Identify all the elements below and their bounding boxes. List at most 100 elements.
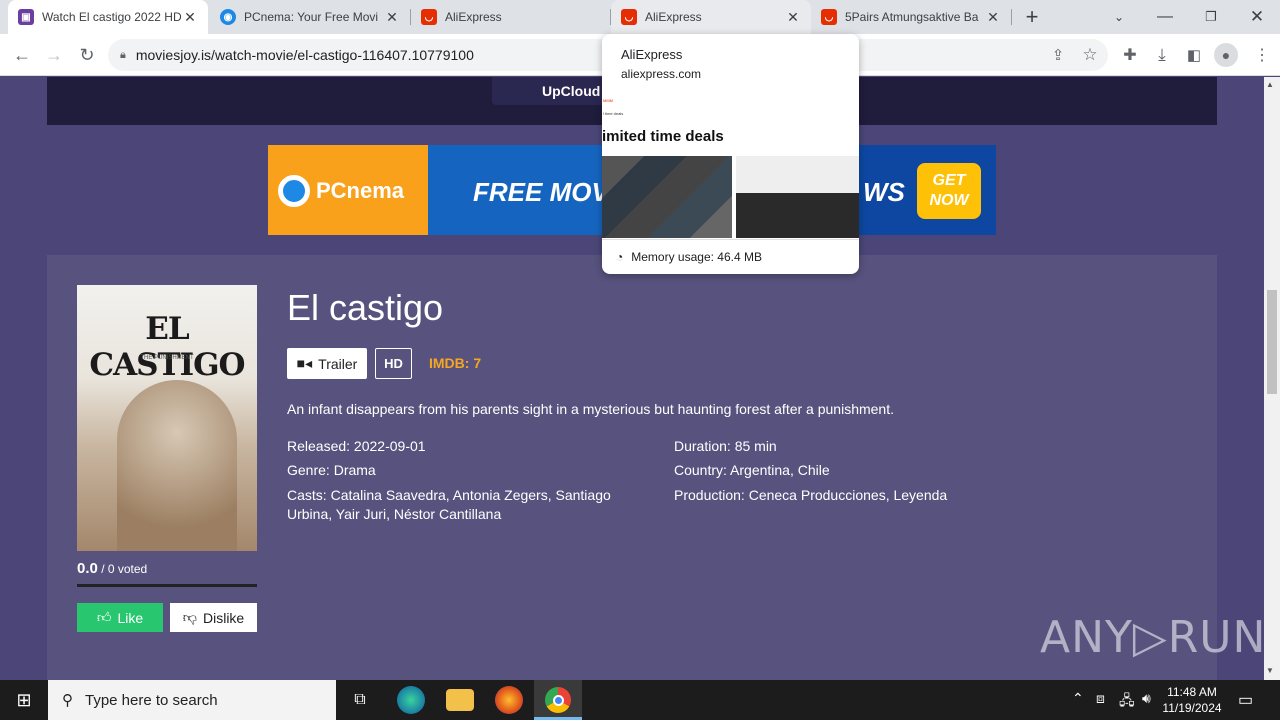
reload-icon[interactable]: ↻ — [75, 43, 99, 67]
back-arrow-icon[interactable]: ← — [10, 43, 34, 67]
genre-value[interactable]: Drama — [330, 462, 376, 478]
quality-badge: HD — [375, 348, 412, 379]
country-info: Country: Argentina, Chile — [674, 461, 830, 480]
tab-pcnema[interactable]: ◉ PCnema: Your Free Movi ✕ — [210, 0, 410, 34]
moviesjoy-favicon-icon: ▣ — [18, 9, 34, 25]
tab-title: Watch El castigo 2022 HD — [42, 10, 182, 24]
banner-headline-end: WS — [863, 177, 905, 207]
task-view-icon[interactable]: ⧉ — [346, 686, 374, 714]
aliexpress-favicon-icon: ◡ — [821, 9, 837, 25]
released-value: 2022-09-01 — [350, 438, 426, 454]
pcnema-logo: PCnema — [278, 175, 404, 207]
chrome-taskbar-button[interactable] — [534, 680, 582, 720]
production-value[interactable]: Ceneca Producciones, Leyenda — [745, 487, 947, 503]
file-explorer-icon[interactable] — [446, 689, 474, 711]
poster-figure — [117, 380, 237, 551]
speedometer-icon: ◔ — [616, 250, 624, 264]
tray-chevron-icon[interactable]: ⌃ — [1072, 690, 1084, 707]
search-icon: ⚲ — [62, 692, 73, 709]
memory-usage-row: ◔ Memory usage: 46.4 MB — [602, 239, 859, 274]
casts-key: Casts: — [287, 487, 327, 503]
rating-bar — [77, 584, 257, 587]
close-tab-icon[interactable]: ✕ — [384, 9, 400, 26]
tab-aliexpress-1[interactable]: ◡ AliExpress — [411, 0, 611, 34]
notification-icon[interactable]: ▭ — [1238, 690, 1253, 710]
taskbar-search-box[interactable]: ⚲ Type here to search — [48, 680, 336, 720]
windows-start-icon[interactable]: ⊞ — [10, 686, 38, 714]
tab-search-chevron-icon[interactable]: ⌄ — [1107, 5, 1131, 29]
hover-card-title: AliExpress — [621, 47, 683, 62]
lock-icon[interactable]: 🔒︎ — [120, 49, 126, 62]
country-value[interactable]: Argentina, Chile — [727, 462, 830, 478]
preview-product-image — [602, 156, 732, 238]
tab-5pairs[interactable]: ◡ 5Pairs Atmungsaktive Ba ✕ — [811, 0, 1011, 34]
dislike-button[interactable]: 👎︎ Dislike — [170, 603, 257, 632]
banner-get-now-button[interactable]: GET NOW — [917, 163, 981, 219]
casts-value[interactable]: Catalina Saavedra, Antonia Zegers, Santi… — [287, 487, 611, 522]
server-label: UpCloud — [542, 83, 601, 99]
server-upcloud-button[interactable]: UpCloud — [492, 77, 612, 105]
new-tab-plus-icon[interactable]: + — [1020, 4, 1044, 29]
tab-divider — [1011, 9, 1012, 25]
cta-line2: NOW — [929, 192, 969, 209]
movie-poster: EL CASTIGO THE PUNISHMENT — [77, 285, 257, 551]
url-text: moviesjoy.is/watch-movie/el-castigo-1164… — [135, 47, 474, 63]
forward-arrow-icon[interactable]: → — [42, 43, 66, 67]
rating-summary: 0.0 / 0 voted — [77, 560, 147, 577]
movie-description: An infant disappears from his parents si… — [287, 401, 894, 417]
released-info: Released: 2022-09-01 — [287, 437, 426, 456]
minimize-window-icon[interactable]: — — [1153, 5, 1177, 29]
scroll-down-arrow-icon[interactable]: ▼ — [1266, 666, 1274, 675]
download-icon[interactable]: ⤓ — [1150, 43, 1174, 67]
close-tab-icon[interactable]: ✕ — [785, 9, 801, 26]
preview-heading: imited time deals — [602, 128, 724, 145]
profile-avatar-icon[interactable]: ● — [1214, 43, 1238, 67]
released-key: Released: — [287, 438, 351, 454]
poster-subtitle: THE PUNISHMENT — [140, 355, 194, 361]
clock-date: 11/19/2024 — [1162, 701, 1222, 715]
volume-icon[interactable]: 🔊︎ — [1142, 690, 1151, 707]
firefox-icon[interactable] — [495, 686, 523, 714]
taskbar-clock[interactable]: 11:48 AM 11/19/2024 — [1160, 684, 1224, 716]
banner-brand: PCnema — [316, 178, 405, 203]
tab-title: 5Pairs Atmungsaktive Ba — [845, 10, 979, 24]
duration-value: 85 min — [730, 438, 777, 454]
preview-small-text: MMM — [603, 98, 613, 103]
genre-key: Genre: — [287, 462, 330, 478]
edge-icon[interactable] — [397, 686, 425, 714]
close-window-icon[interactable]: ✕ — [1245, 5, 1269, 29]
close-tab-icon[interactable]: ✕ — [182, 9, 198, 26]
production-info: Production: Ceneca Producciones, Leyenda — [674, 486, 947, 505]
tray-device-icon[interactable]: ⧈ — [1096, 690, 1105, 707]
windows-taskbar: ⊞ ⚲ Type here to search ⧉ ⌃ ⧈ 🖧︎ 🔊︎ 11:4… — [0, 680, 1280, 720]
aliexpress-favicon-icon: ◡ — [621, 9, 637, 25]
close-tab-icon[interactable]: ✕ — [985, 9, 1001, 26]
side-panel-icon[interactable]: ◧ — [1182, 43, 1206, 67]
hover-card-domain: aliexpress.com — [621, 67, 702, 81]
restore-window-icon[interactable]: ❐ — [1199, 5, 1223, 29]
genre-info: Genre: Drama — [287, 461, 376, 480]
thumbs-up-icon: 👍︎ — [96, 609, 112, 625]
thumbs-down-icon: 👎︎ — [182, 609, 197, 625]
dislike-label: Dislike — [202, 609, 245, 626]
network-icon[interactable]: 🖧︎ — [1119, 690, 1135, 714]
hover-card-preview: MMM l time deals imited time deals — [602, 94, 859, 239]
cta-line1: GET — [932, 172, 966, 189]
trailer-button[interactable]: ■◂ Trailer — [287, 348, 367, 379]
like-label: Like — [117, 609, 144, 626]
scroll-up-arrow-icon[interactable]: ▲ — [1266, 80, 1274, 89]
bookmark-star-icon[interactable]: ☆ — [1078, 43, 1102, 67]
scrollbar-thumb[interactable] — [1267, 290, 1277, 394]
tab-watch-el-castigo[interactable]: ▣ Watch El castigo 2022 HD ✕ — [8, 0, 208, 34]
tab-aliexpress-2[interactable]: ◡ AliExpress ✕ — [611, 0, 811, 34]
pcnema-favicon-icon: ◉ — [220, 9, 236, 25]
duration-key: Duration: — [674, 438, 731, 454]
extensions-puzzle-icon[interactable]: ✚ — [1118, 43, 1142, 67]
rating-score: 0.0 — [77, 560, 98, 577]
search-placeholder: Type here to search — [85, 691, 218, 709]
menu-kebab-icon[interactable]: ⋮ — [1250, 43, 1274, 67]
tab-title: AliExpress — [445, 10, 502, 24]
like-button[interactable]: 👍︎ Like — [77, 603, 163, 632]
tab-title: PCnema: Your Free Movi — [244, 10, 379, 24]
share-icon[interactable]: ⇪ — [1046, 43, 1070, 67]
